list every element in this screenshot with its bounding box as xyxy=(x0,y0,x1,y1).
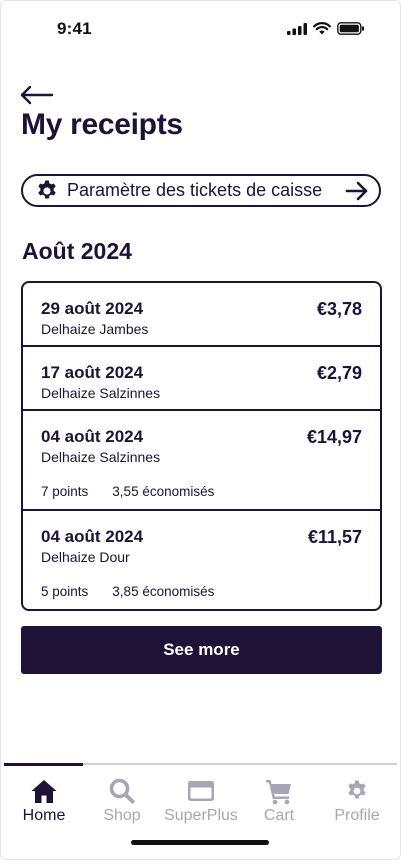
tab-cart[interactable]: Cart xyxy=(239,777,319,825)
receipt-meta: 7 points 3,55 économisés xyxy=(41,484,214,499)
signal-icon xyxy=(287,22,307,35)
receipt-item[interactable]: 04 août 2024 Delhaize Salzinnes €14,97 7… xyxy=(23,411,380,511)
receipt-points: 5 points xyxy=(41,584,89,599)
page-title: My receipts xyxy=(21,108,183,141)
receipt-amount: €2,79 xyxy=(316,363,362,383)
receipt-store: Delhaize Salzinnes xyxy=(41,385,161,401)
tab-superplus[interactable]: SuperPlus xyxy=(161,777,241,825)
tab-shop[interactable]: Shop xyxy=(82,777,162,825)
back-arrow-icon[interactable] xyxy=(20,84,54,106)
gear-icon xyxy=(348,780,366,799)
home-icon xyxy=(31,780,57,803)
tab-home[interactable]: Home xyxy=(4,777,84,825)
receipt-date: 17 août 2024 xyxy=(41,363,144,382)
receipt-store: Delhaize Salzinnes xyxy=(41,449,161,465)
tab-label: Home xyxy=(22,807,66,824)
arrow-right-icon xyxy=(345,181,368,200)
receipt-item[interactable]: 04 août 2024 Delhaize Dour €11,57 5 poin… xyxy=(23,511,380,609)
receipt-amount: €3,78 xyxy=(316,299,362,319)
receipt-settings-button[interactable]: Paramètre des tickets de caisse xyxy=(21,174,381,207)
tab-label: Shop xyxy=(103,807,141,824)
tab-label: SuperPlus xyxy=(164,807,238,824)
card-icon xyxy=(188,781,214,801)
status-bar: 9:41 xyxy=(0,0,401,56)
receipt-savings: 3,85 économisés xyxy=(112,584,215,599)
receipt-amount: €11,57 xyxy=(307,527,362,547)
receipts-list: 29 août 2024 Delhaize Jambes €3,78 17 ao… xyxy=(21,281,382,611)
status-icons xyxy=(287,22,365,35)
receipt-store: Delhaize Jambes xyxy=(41,321,149,337)
wifi-icon xyxy=(313,22,331,35)
receipt-date: 29 août 2024 xyxy=(41,299,144,318)
receipt-amount: €14,97 xyxy=(306,427,362,447)
receipt-points: 7 points xyxy=(41,484,89,499)
cart-icon xyxy=(266,780,291,805)
status-time: 9:41 xyxy=(57,19,92,38)
receipt-item[interactable]: 17 août 2024 Delhaize Salzinnes €2,79 xyxy=(23,347,380,411)
receipt-store: Delhaize Dour xyxy=(41,549,130,565)
search-icon xyxy=(109,778,135,804)
tab-profile[interactable]: Profile xyxy=(317,777,397,825)
tab-label: Cart xyxy=(263,807,295,824)
receipt-meta: 5 points 3,85 économisés xyxy=(41,584,214,599)
see-more-button[interactable]: See more xyxy=(21,626,382,674)
gear-icon xyxy=(38,180,56,198)
month-heading: Août 2024 xyxy=(22,238,132,264)
receipt-settings-label: Paramètre des tickets de caisse xyxy=(67,180,323,200)
receipt-item[interactable]: 29 août 2024 Delhaize Jambes €3,78 xyxy=(23,283,380,347)
battery-icon xyxy=(337,22,364,35)
tab-label: Profile xyxy=(334,807,380,824)
active-tab-indicator xyxy=(4,763,83,766)
receipt-savings: 3,55 économisés xyxy=(112,484,215,499)
home-indicator xyxy=(131,840,269,845)
